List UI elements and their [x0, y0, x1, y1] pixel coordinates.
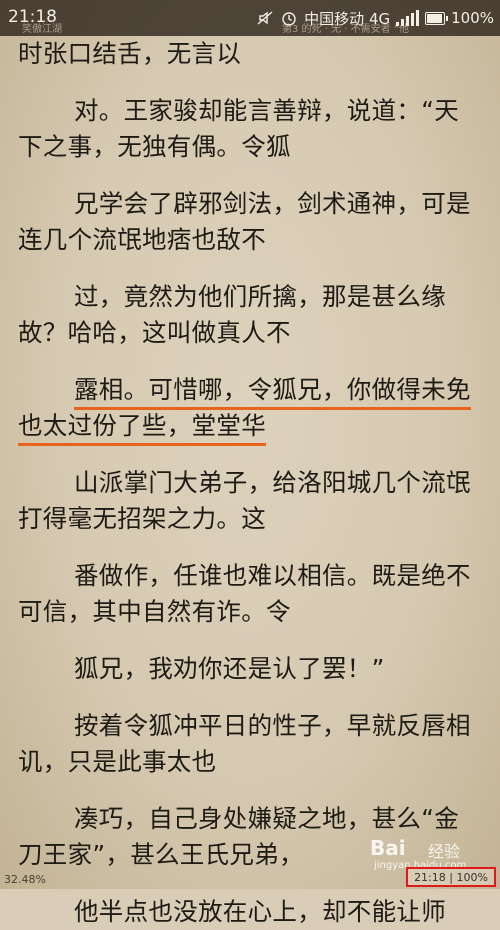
carrier-label: 中国移动 4G: [304, 9, 391, 28]
text-line: 凑巧，自己身处嫌疑之地，甚么“金: [74, 804, 459, 833]
text-line: 可信，其中自然有诈。令: [18, 597, 291, 626]
text-line: 故？哈哈，这叫做真人不: [18, 318, 291, 347]
text-line: 按着令狐冲平日的性子，早就反唇相: [74, 711, 471, 740]
text-line: 兄学会了辟邪剑法，剑术通神，可是: [74, 189, 471, 218]
footer-clock-battery: 21:18 | 100%: [406, 867, 496, 887]
text-line: 下之事，无独有偶。令狐: [18, 132, 291, 161]
text-line: 他半点也没放在心上，却不能让师: [74, 897, 446, 926]
text-line: 番做作，任谁也难以相信。既是绝不: [74, 561, 471, 590]
signal-icon: [396, 10, 420, 26]
battery-fill: [427, 13, 443, 23]
book-title-ghost: 笑傲江湖: [22, 24, 62, 35]
status-indicators: 中国移动 4G 100%: [256, 6, 494, 30]
battery-percent: 100%: [451, 9, 494, 27]
status-bar: 21:18 笑傲江湖 第3 的死 · 无 · 不需安者 “他 中国移动 4G 1…: [0, 0, 500, 36]
text-line: 山派掌门大弟子，给洛阳城几个流氓: [74, 468, 471, 497]
text-line: 打得毫无招架之力。这: [18, 504, 266, 533]
battery-icon: [425, 11, 449, 25]
watermark-text: 经验: [428, 842, 461, 861]
alarm-icon: [280, 9, 298, 27]
underlined-text-line: 也太过份了些，堂堂华: [18, 411, 266, 446]
text-line: 时张口结舌，无言以: [18, 39, 242, 68]
text-line: 讥，只是此事太也: [18, 747, 217, 776]
text-line: 狐兄，我劝你还是认了罢！”: [74, 654, 385, 683]
underlined-text-line: 露相。可惜哪，令狐兄，你做得未免: [74, 375, 471, 410]
reading-progress: 32.48%: [4, 873, 46, 886]
reader-text: 时张口结舌，无言以 对。王家骏却能言善辩，说道：“天 下之事，无独有偶。令狐 兄…: [18, 36, 488, 930]
text-line: 连几个流氓地痞也敌不: [18, 225, 266, 254]
text-line: 对。王家骏却能言善辩，说道：“天: [74, 96, 459, 125]
baidu-logo: Bai: [370, 836, 406, 860]
mute-icon: [256, 9, 274, 27]
text-line: 过，竟然为他们所擒，那是甚么缘: [74, 282, 446, 311]
